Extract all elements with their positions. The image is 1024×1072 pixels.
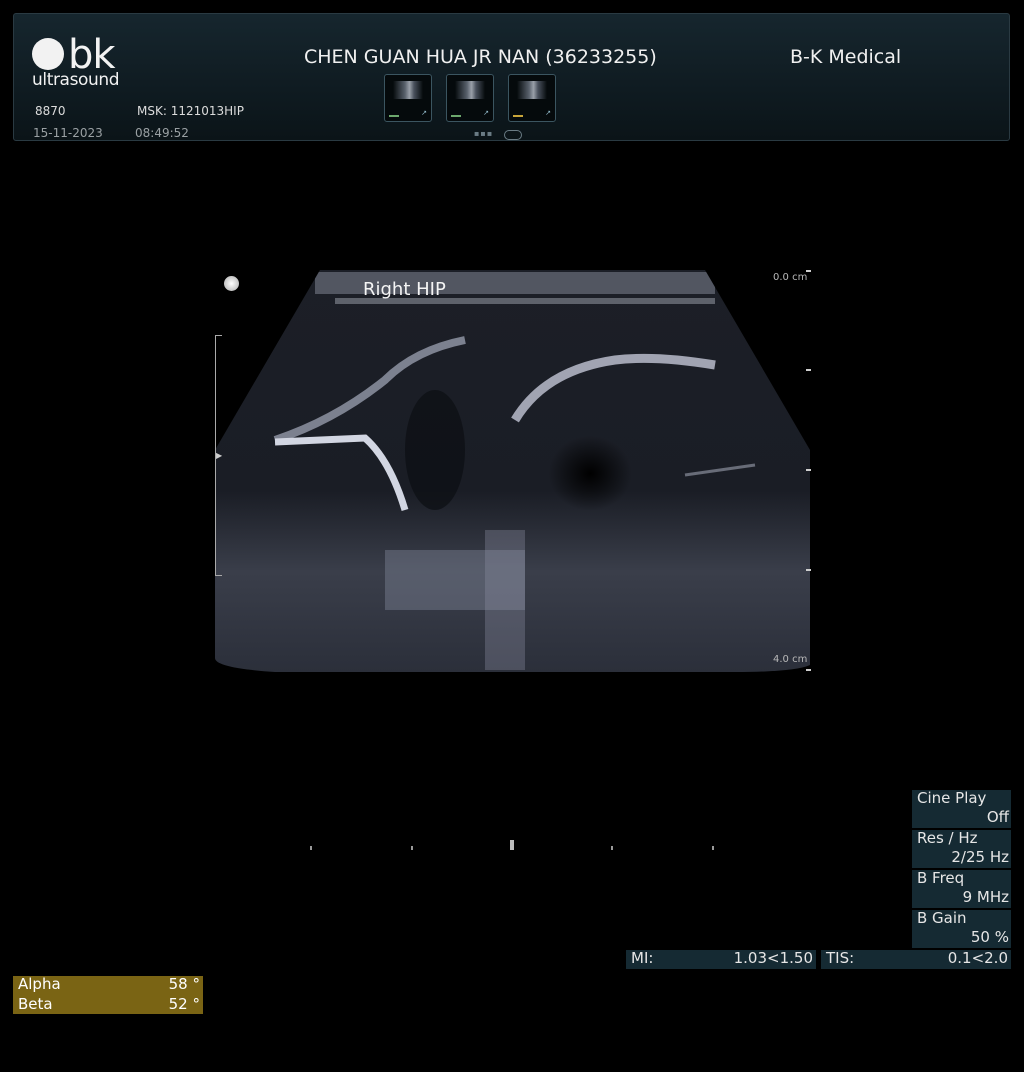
image-thumbnail[interactable]: ↗ xyxy=(446,74,494,122)
institution-name: B-K Medical xyxy=(790,46,902,68)
param-label: B Freq xyxy=(917,869,965,887)
image-thumbnail[interactable]: ↗ xyxy=(384,74,432,122)
angle-label: Alpha xyxy=(18,975,61,993)
tis-readout: TIS: 0.1<2.0 xyxy=(821,949,1011,969)
depth-top-label: 0.0 cm xyxy=(773,272,808,283)
beta-row: Beta 52 ° xyxy=(18,995,200,1014)
angle-value: 52 ° xyxy=(168,995,200,1013)
scan-annotation[interactable]: Right HIP xyxy=(363,279,446,300)
page-dots-icon[interactable]: ▪▪▪ xyxy=(474,129,493,138)
header-bar: bk ultrasound 8870 MSK: 1121013HIP 15-11… xyxy=(13,13,1010,141)
cine-tick xyxy=(411,846,413,850)
exam-time: 08:49:52 xyxy=(135,126,189,140)
probe-icon: ↗ xyxy=(545,109,551,117)
param-value: 2/25 Hz xyxy=(951,848,1009,866)
logo-brand-sub: ultrasound xyxy=(32,70,120,90)
exam-date: 15-11-2023 xyxy=(33,126,103,140)
thumbnail-marker xyxy=(389,115,399,117)
angle-label: Beta xyxy=(18,995,53,1013)
depth-tick xyxy=(806,369,811,371)
bk-logo: bk ultrasound xyxy=(32,32,124,90)
param-label: Res / Hz xyxy=(917,829,978,847)
logo-mark-icon xyxy=(32,38,64,70)
page-oval-icon[interactable] xyxy=(504,130,522,140)
cine-position-marker[interactable] xyxy=(510,840,514,850)
tis-value: 0.1<2.0 xyxy=(947,949,1008,967)
patient-name: CHEN GUAN HUA JR NAN (36233255) xyxy=(304,46,657,68)
mi-value: 1.03<1.50 xyxy=(733,949,813,967)
mi-label: MI: xyxy=(631,949,654,967)
mi-readout: MI: 1.03<1.50 xyxy=(626,949,816,969)
ultrasound-image[interactable] xyxy=(215,270,810,672)
cine-tick xyxy=(712,846,714,850)
focus-pointer-icon[interactable]: ▶ xyxy=(216,451,222,460)
preset-label: MSK: 1121013HIP xyxy=(137,104,244,118)
depth-tick xyxy=(806,569,811,571)
thumbnail-marker xyxy=(513,115,523,117)
param-label: B Gain xyxy=(917,909,967,927)
param-value: 50 % xyxy=(970,928,1009,946)
orientation-marker-icon xyxy=(224,276,239,291)
thumbnail-preview xyxy=(517,81,547,99)
exam-id: 8870 xyxy=(35,104,66,118)
depth-tick xyxy=(806,270,811,272)
probe-icon: ↗ xyxy=(421,109,427,117)
hip-angle-panel: Alpha 58 ° Beta 52 ° xyxy=(13,975,203,1014)
alpha-row: Alpha 58 ° xyxy=(18,975,200,994)
tis-label: TIS: xyxy=(826,949,855,967)
thumbnail-preview xyxy=(393,81,423,99)
param-b-freq[interactable]: B Freq 9 MHz xyxy=(912,869,1011,908)
depth-bottom-label: 4.0 cm xyxy=(773,654,808,665)
angle-value: 58 ° xyxy=(168,975,200,993)
param-cine-play[interactable]: Cine Play Off xyxy=(912,789,1011,828)
thumbnail-marker xyxy=(451,115,461,117)
param-value: 9 MHz xyxy=(962,888,1009,906)
cine-tick xyxy=(310,846,312,850)
thumbnail-preview xyxy=(455,81,485,99)
param-res-hz[interactable]: Res / Hz 2/25 Hz xyxy=(912,829,1011,868)
cine-tick xyxy=(611,846,613,850)
param-value: Off xyxy=(986,808,1009,826)
probe-icon: ↗ xyxy=(483,109,489,117)
param-label: Cine Play xyxy=(917,789,987,807)
depth-tick xyxy=(806,669,811,671)
param-b-gain[interactable]: B Gain 50 % xyxy=(912,909,1011,948)
depth-tick xyxy=(806,469,811,471)
image-thumbnail[interactable]: ↗ xyxy=(508,74,556,122)
